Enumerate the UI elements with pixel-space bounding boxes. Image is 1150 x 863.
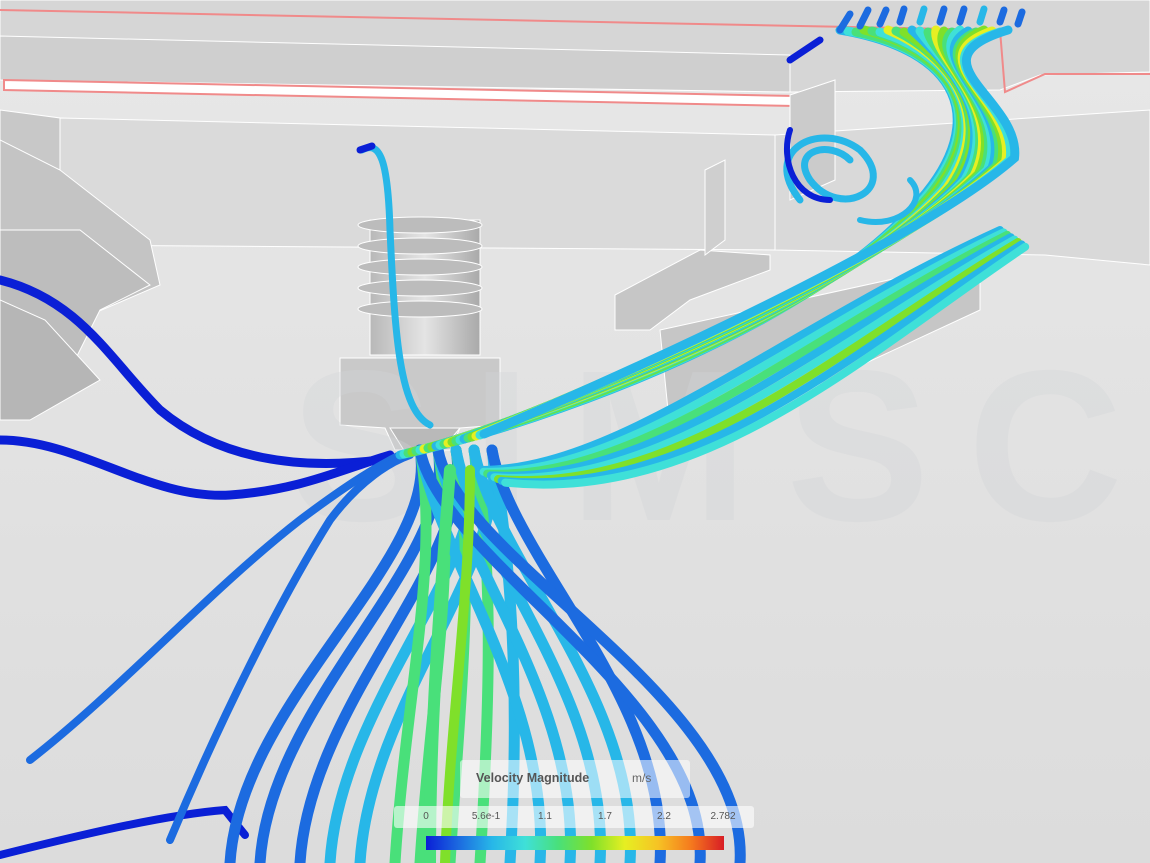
legend-tick-label: 1.1 <box>538 811 552 822</box>
legend-tick-label: 2.2 <box>657 811 671 822</box>
streamline <box>356 142 376 154</box>
legend-scale-panel <box>394 806 754 828</box>
legend-tick-label: 5.6e-1 <box>471 811 501 822</box>
legend-title: Velocity Magnitude <box>476 771 590 785</box>
legend-tick-label: 1.7 <box>598 811 612 822</box>
legend-colorbar <box>426 836 724 850</box>
legend-tick-label: 0 <box>423 811 429 822</box>
legend-unit: m/s <box>632 771 652 785</box>
legend-tick-label: 2.782 <box>710 811 736 822</box>
simulation-viewport[interactable]: SIMSCALE <box>0 0 1150 863</box>
